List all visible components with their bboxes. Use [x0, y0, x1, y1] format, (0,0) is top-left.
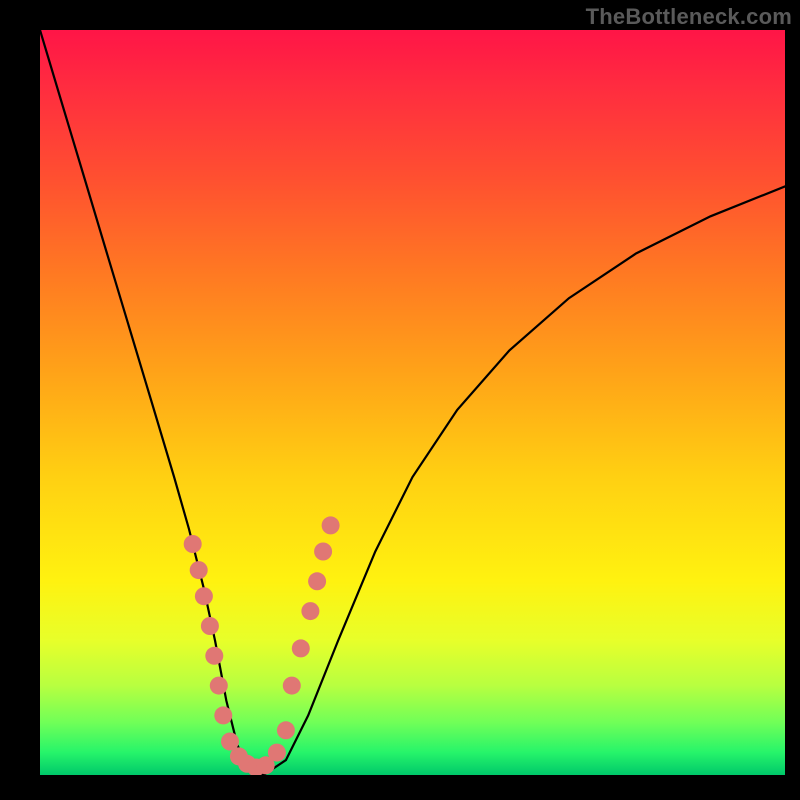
data-point [201, 617, 219, 635]
data-point [210, 677, 228, 695]
data-point [292, 639, 310, 657]
bottleneck-curve [40, 30, 785, 775]
data-point [190, 561, 208, 579]
watermark-text: TheBottleneck.com [586, 4, 792, 30]
data-point [268, 744, 286, 762]
data-point [301, 602, 319, 620]
data-point [205, 647, 223, 665]
chart-frame: TheBottleneck.com [0, 0, 800, 800]
data-point [322, 516, 340, 534]
chart-svg [40, 30, 785, 775]
data-point [195, 587, 213, 605]
chart-plot-area [40, 30, 785, 775]
data-point [277, 721, 295, 739]
data-point [214, 706, 232, 724]
data-point [283, 677, 301, 695]
data-point [314, 543, 332, 561]
data-point [184, 535, 202, 553]
data-point [308, 572, 326, 590]
data-point-markers [184, 516, 340, 775]
